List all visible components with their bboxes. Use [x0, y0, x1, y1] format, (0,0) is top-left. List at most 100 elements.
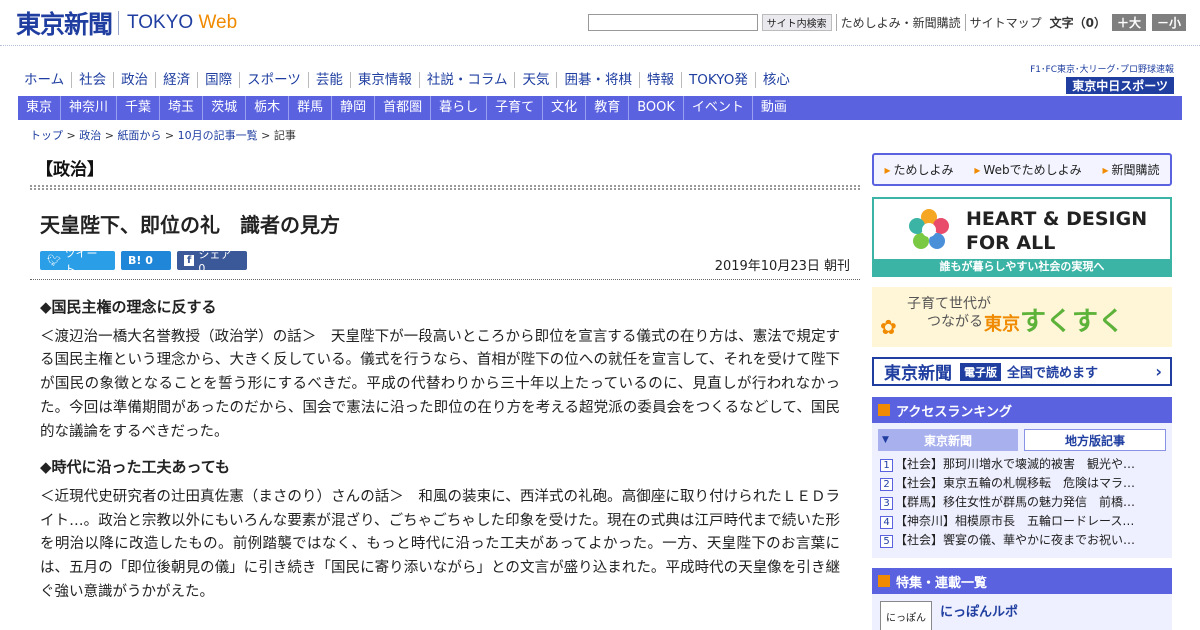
ranking-item[interactable]: 3 【群馬】移住女性が群馬の魅力発信 前橋… [880, 493, 1164, 512]
special-features: 特集・連載一覧 にっぽん にっぽんルポ [872, 568, 1172, 630]
region-item-kosodate[interactable]: 子育て [486, 96, 542, 120]
region-item-book[interactable]: BOOK [628, 96, 683, 120]
sukusuku-title: 東京すくすく [984, 301, 1124, 338]
nav-item-tokyo-hatsu[interactable]: TOKYO発 [680, 72, 755, 88]
ranking-item-text: 【群馬】移住女性が群馬の魅力発信 前橋… [895, 495, 1136, 509]
heart-design-banner[interactable]: HEART & DESIGN FOR ALL 誰もが暮らしやすい社会の実現へ [872, 197, 1172, 277]
breadcrumb-politics[interactable]: 政治 [79, 129, 101, 142]
subheading-2: ◆時代に沿った工夫あっても [40, 458, 231, 477]
logo-divider [118, 11, 120, 35]
sukusuku-tagline: 子育て世代が つながる [907, 295, 991, 331]
region-item-education[interactable]: 教育 [585, 96, 628, 120]
nav-item-entertainment[interactable]: 芸能 [307, 72, 350, 88]
region-item-event[interactable]: イベント [682, 96, 752, 120]
promo-web-trial-link[interactable]: Webでためしよみ [974, 161, 1081, 178]
logo-tokyo: TOKYO [127, 12, 194, 33]
site-logo[interactable]: 東京新聞 TOKYO Web [16, 8, 238, 39]
region-item-ibaraki[interactable]: 茨城 [202, 96, 245, 120]
nav-item-editorial[interactable]: 社説・コラム [418, 72, 515, 88]
nav-item-international[interactable]: 国際 [197, 72, 239, 88]
nav-item-kakushin[interactable]: 核心 [754, 72, 797, 88]
region-item-shutoken[interactable]: 首都圏 [374, 96, 430, 120]
nav-item-home[interactable]: ホーム [18, 72, 71, 88]
tweet-button[interactable]: 🐦︎ ツイート [40, 247, 115, 276]
region-item-shizuoka[interactable]: 静岡 [331, 96, 374, 120]
region-item-saitama[interactable]: 埼玉 [159, 96, 202, 120]
paragraph-1: ＜渡辺治一橋大名誉教授（政治学）の話＞ 天皇陛下が一段高いところから即位を宣言す… [40, 328, 840, 440]
ranking-title: アクセスランキング [896, 404, 1012, 420]
nav-item-sports[interactable]: スポーツ [239, 72, 308, 88]
special-thumbnail: にっぽん [880, 601, 932, 630]
ranking-item[interactable]: 4 【神奈川】相模原市長 五輪ロードレース… [880, 512, 1164, 531]
breadcrumb-current: 記事 [273, 129, 296, 142]
heart-design-title: HEART & DESIGN FOR ALL [966, 207, 1147, 255]
special-icon [878, 575, 890, 587]
nav-item-go-shogi[interactable]: 囲碁・将棋 [556, 72, 639, 88]
main-nav: ホーム 社会 政治 経済 国際 スポーツ 芸能 東京情報 社説・コラム 天気 囲… [18, 68, 797, 92]
site-search-button[interactable]: サイト内検索 [761, 14, 832, 31]
trial-subscribe-link[interactable]: ためしよみ・新聞購読 [835, 14, 961, 31]
article-dateline: 2019年10月23日 朝刊 [714, 259, 850, 274]
text-size-up-button[interactable]: ＋大 [1111, 14, 1146, 31]
chevron-right-icon: › [1155, 362, 1162, 381]
region-item-video[interactable]: 動画 [751, 96, 795, 120]
heart-design-title-line1: HEART & DESIGN [966, 208, 1148, 230]
promo-subscribe-link[interactable]: 新聞購読 [1102, 161, 1160, 178]
breadcrumb-month-list[interactable]: 10月の記事一覧 [178, 129, 258, 142]
text-size-down-button[interactable]: －小 [1151, 14, 1186, 31]
ranking-item-text: 【社会】東京五輪の札幌移転 危険はマラ… [895, 476, 1136, 490]
ranking-item[interactable]: 2 【社会】東京五輪の札幌移転 危険はマラ… [880, 474, 1164, 493]
ranking-list: 1 【社会】那珂川増水で壊滅的被害 観光や… 2 【社会】東京五輪の札幌移転 危険は… [872, 455, 1172, 550]
ranking-item[interactable]: 5 【社会】饗宴の儀、華やかに夜までお祝い… [880, 531, 1164, 550]
article-body: ◆国民主権の理念に反する ＜渡辺治一橋大名誉教授（政治学）の話＞ 天皇陛下が一段… [40, 296, 840, 616]
facebook-share-button[interactable]: f シェア 0 [177, 248, 247, 275]
hatena-bookmark-button[interactable]: B! 0 [121, 251, 171, 270]
ranking-icon [878, 404, 890, 416]
rank-number: 5 [880, 535, 893, 548]
digital-edition-banner[interactable]: 東京新聞 電子版 全国で読めます › [872, 357, 1172, 386]
site-search-input[interactable] [587, 14, 758, 31]
breadcrumb: トップ > 政治 > 紙面から > 10月の記事一覧 > 記事 [30, 129, 296, 142]
nav-item-weather[interactable]: 天気 [514, 72, 556, 88]
twitter-icon: 🐦︎ [47, 254, 61, 267]
logo-web: Web [198, 12, 238, 33]
rank-number: 2 [880, 478, 893, 491]
section-divider [30, 185, 860, 190]
heart-design-title-line2: FOR ALL [966, 232, 1056, 254]
sukusuku-title-sukusuku: すくすく [1020, 307, 1125, 337]
subscription-promo-links: ためしよみ Webでためしよみ 新聞購読 [872, 153, 1172, 186]
nav-item-economy[interactable]: 経済 [155, 72, 197, 88]
nav-item-tokuho[interactable]: 特報 [638, 72, 681, 88]
region-item-kanagawa[interactable]: 神奈川 [60, 96, 116, 120]
sukusuku-tagline-line1: 子育て世代が [907, 296, 991, 312]
special-item[interactable]: にっぽん にっぽんルポ [880, 601, 1018, 630]
promo-trial-link[interactable]: ためしよみ [884, 161, 953, 178]
chunichi-main: 東京中日スポーツ [1066, 77, 1174, 94]
region-item-culture[interactable]: 文化 [542, 96, 585, 120]
sitemap-link[interactable]: サイトマップ [964, 14, 1042, 31]
rank-number: 3 [880, 497, 893, 510]
region-item-chiba[interactable]: 千葉 [116, 96, 159, 120]
ranking-item-text: 【社会】那珂川増水で壊滅的被害 観光や… [895, 457, 1136, 471]
region-item-gunma[interactable]: 群馬 [288, 96, 331, 120]
tab-tokyo-shimbun[interactable]: 東京新聞 [878, 429, 1018, 451]
nav-item-tokyo-info[interactable]: 東京情報 [349, 72, 419, 88]
ranking-item[interactable]: 1 【社会】那珂川増水で壊滅的被害 観光や… [880, 455, 1164, 474]
region-item-tokyo[interactable]: 東京 [18, 96, 60, 120]
site-header: 東京新聞 TOKYO Web サイト内検索 ためしよみ・新聞購読 サイトマップ … [0, 0, 1200, 46]
digital-edition-logo: 東京新聞 [884, 364, 952, 384]
region-item-tochigi[interactable]: 栃木 [245, 96, 288, 120]
heart-design-logo-icon [909, 209, 949, 249]
ranking-header: アクセスランキング [872, 397, 1172, 423]
special-item-title: にっぽんルポ [940, 605, 1019, 620]
special-header: 特集・連載一覧 [872, 568, 1172, 594]
chunichi-sports-link[interactable]: F1･FC東京･大リーグ･プロ野球速報 東京中日スポーツ [1024, 62, 1174, 94]
nav-item-politics[interactable]: 政治 [113, 72, 155, 88]
tokyo-sukusuku-banner[interactable]: ✿ 子育て世代が つながる 東京すくすく [872, 287, 1172, 347]
breadcrumb-top[interactable]: トップ [30, 129, 63, 142]
breadcrumb-shimen[interactable]: 紙面から [117, 129, 161, 142]
tab-local-articles[interactable]: 地方版記事 [1024, 429, 1166, 451]
ranking-tabs: 東京新聞 地方版記事 [872, 423, 1172, 455]
nav-item-society[interactable]: 社会 [71, 72, 113, 88]
region-item-kurashi[interactable]: 暮らし [430, 96, 486, 120]
